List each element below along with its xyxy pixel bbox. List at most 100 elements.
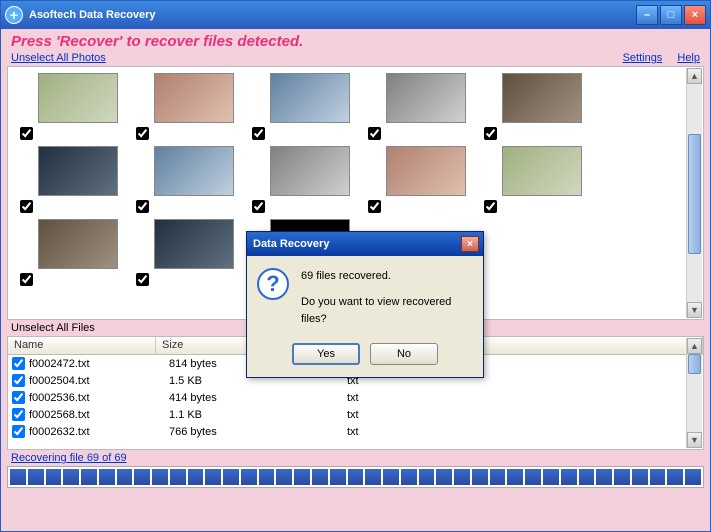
file-checkbox[interactable] (12, 391, 25, 404)
dialog-close-button[interactable]: × (461, 236, 479, 252)
file-scrollbar[interactable]: ▲ ▼ (686, 338, 702, 448)
photo-item[interactable] (20, 219, 118, 286)
file-size: 1.1 KB (169, 409, 347, 421)
scroll-down-arrow-icon[interactable]: ▼ (687, 432, 702, 448)
scroll-track[interactable] (687, 84, 702, 302)
dialog-titlebar: Data Recovery × (247, 232, 483, 256)
progress-block (525, 469, 541, 485)
file-name: f0002536.txt (29, 392, 169, 404)
progress-block (117, 469, 133, 485)
photo-item[interactable] (136, 146, 234, 213)
photo-item[interactable] (252, 73, 350, 140)
progress-block (543, 469, 559, 485)
scroll-down-arrow-icon[interactable]: ▼ (687, 302, 702, 318)
app-window: + Asoftech Data Recovery – □ × Press 'Re… (0, 0, 711, 532)
scroll-up-arrow-icon[interactable]: ▲ (687, 68, 702, 84)
instruction-text: Press 'Recover' to recover files detecte… (7, 33, 704, 52)
file-row[interactable]: f0002632.txt766 bytestxt (8, 423, 703, 440)
file-extension: txt (347, 392, 487, 404)
file-row[interactable]: f0002536.txt414 bytestxt (8, 389, 703, 406)
app-icon: + (5, 6, 23, 24)
progress-block (330, 469, 346, 485)
progress-block (170, 469, 186, 485)
dialog-title: Data Recovery (251, 238, 461, 250)
scroll-thumb[interactable] (688, 134, 701, 254)
photo-checkbox[interactable] (252, 200, 265, 213)
photo-item[interactable] (20, 73, 118, 140)
col-header-blank (474, 337, 703, 354)
photo-checkbox[interactable] (20, 200, 33, 213)
photo-item[interactable] (136, 73, 234, 140)
photo-thumbnail (386, 73, 466, 123)
photo-item[interactable] (368, 146, 466, 213)
photo-checkbox[interactable] (20, 273, 33, 286)
settings-link[interactable]: Settings (623, 52, 663, 64)
photo-item[interactable] (136, 219, 234, 286)
help-link[interactable]: Help (677, 52, 700, 64)
photo-checkbox[interactable] (368, 127, 381, 140)
minimize-button[interactable]: – (636, 5, 658, 25)
progress-block (401, 469, 417, 485)
file-name: f0002568.txt (29, 409, 169, 421)
scroll-thumb[interactable] (688, 354, 701, 374)
photo-item[interactable] (20, 146, 118, 213)
recovery-dialog: Data Recovery × ? 69 files recovered. Do… (246, 231, 484, 378)
photo-checkbox[interactable] (136, 127, 149, 140)
scroll-track[interactable] (687, 354, 702, 432)
progress-block (561, 469, 577, 485)
close-button[interactable]: × (684, 5, 706, 25)
photo-checkbox[interactable] (484, 200, 497, 213)
progress-block (10, 469, 26, 485)
titlebar: + Asoftech Data Recovery – □ × (1, 1, 710, 29)
file-checkbox[interactable] (12, 408, 25, 421)
photo-item[interactable] (484, 146, 582, 213)
progress-block (28, 469, 44, 485)
progress-block (614, 469, 630, 485)
progress-block (99, 469, 115, 485)
photo-checkbox[interactable] (136, 200, 149, 213)
progress-block (63, 469, 79, 485)
photo-item[interactable] (484, 73, 582, 140)
progress-block (632, 469, 648, 485)
progress-block (365, 469, 381, 485)
progress-block (490, 469, 506, 485)
progress-block (241, 469, 257, 485)
photo-thumbnail (270, 73, 350, 123)
photo-item[interactable] (252, 146, 350, 213)
body-area: Press 'Recover' to recover files detecte… (1, 29, 710, 531)
photo-checkbox[interactable] (252, 127, 265, 140)
photo-thumbnail (270, 146, 350, 196)
col-header-name[interactable]: Name (8, 337, 156, 354)
photo-thumbnail (386, 146, 466, 196)
photo-thumbnail (38, 146, 118, 196)
file-checkbox[interactable] (12, 374, 25, 387)
photo-checkbox[interactable] (368, 200, 381, 213)
maximize-button[interactable]: □ (660, 5, 682, 25)
progress-block (276, 469, 292, 485)
progress-block (294, 469, 310, 485)
progress-block (454, 469, 470, 485)
file-size: 414 bytes (169, 392, 347, 404)
scroll-up-arrow-icon[interactable]: ▲ (687, 338, 702, 354)
yes-button[interactable]: Yes (292, 343, 360, 365)
progress-block (223, 469, 239, 485)
photo-checkbox[interactable] (484, 127, 497, 140)
dialog-buttons: Yes No (247, 333, 483, 377)
file-name: f0002504.txt (29, 375, 169, 387)
progress-block (650, 469, 666, 485)
progress-block (188, 469, 204, 485)
photo-thumbnail (154, 219, 234, 269)
photo-thumbnail (154, 146, 234, 196)
progress-block (507, 469, 523, 485)
file-checkbox[interactable] (12, 425, 25, 438)
unselect-all-photos-link[interactable]: Unselect All Photos (11, 52, 106, 64)
no-button[interactable]: No (370, 343, 438, 365)
file-checkbox[interactable] (12, 357, 25, 370)
photo-item[interactable] (368, 73, 466, 140)
photo-checkbox[interactable] (136, 273, 149, 286)
progress-block (312, 469, 328, 485)
window-buttons: – □ × (636, 5, 706, 25)
photo-checkbox[interactable] (20, 127, 33, 140)
file-row[interactable]: f0002568.txt1.1 KBtxt (8, 406, 703, 423)
photo-scrollbar[interactable]: ▲ ▼ (686, 68, 702, 318)
